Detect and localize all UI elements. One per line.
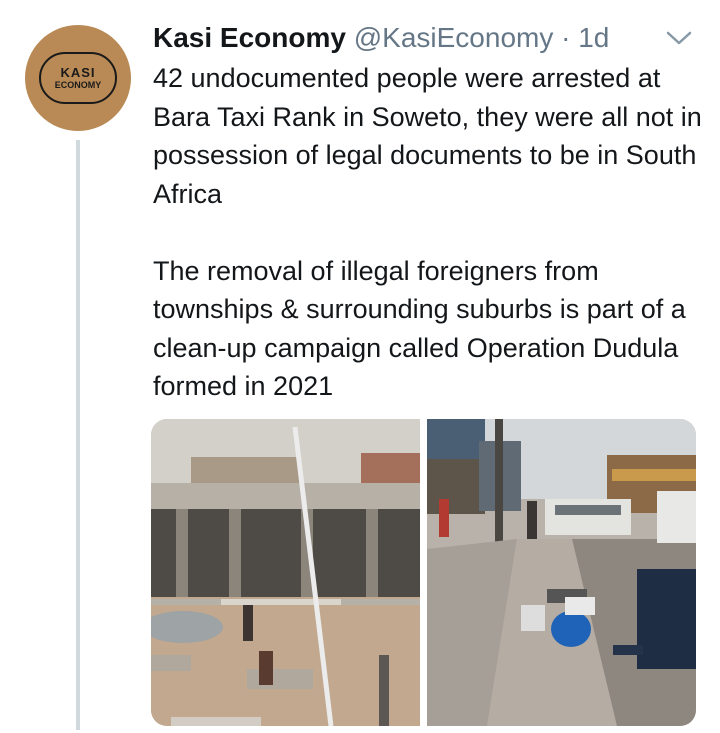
author-name[interactable]: Kasi Economy	[153, 22, 346, 53]
tweet-paragraph-2: The removal of illegal foreigners from t…	[153, 255, 686, 402]
tweet-paragraph-1: 42 undocumented people were arrested at …	[153, 63, 702, 209]
avatar-logo-text-2: ECONOMY	[54, 79, 102, 90]
tweet-header: Kasi Economy @KasiEconomy · 1d	[153, 20, 609, 56]
avatar-logo-text-1: KASI	[60, 64, 96, 80]
avatar[interactable]: KASI ECONOMY	[25, 25, 131, 131]
separator: ·	[561, 22, 571, 53]
thread-line	[76, 140, 80, 730]
street-photo[interactable]	[427, 419, 696, 726]
chevron-down-icon[interactable]	[664, 28, 694, 48]
timestamp[interactable]: 1d	[578, 22, 609, 53]
author-handle[interactable]: @KasiEconomy	[354, 22, 554, 53]
tweet-text: 42 undocumented people were arrested at …	[153, 59, 703, 406]
avatar-logo: KASI ECONOMY	[39, 52, 117, 104]
tweet-media	[151, 419, 696, 726]
taxi-rank-photo[interactable]	[151, 419, 420, 726]
